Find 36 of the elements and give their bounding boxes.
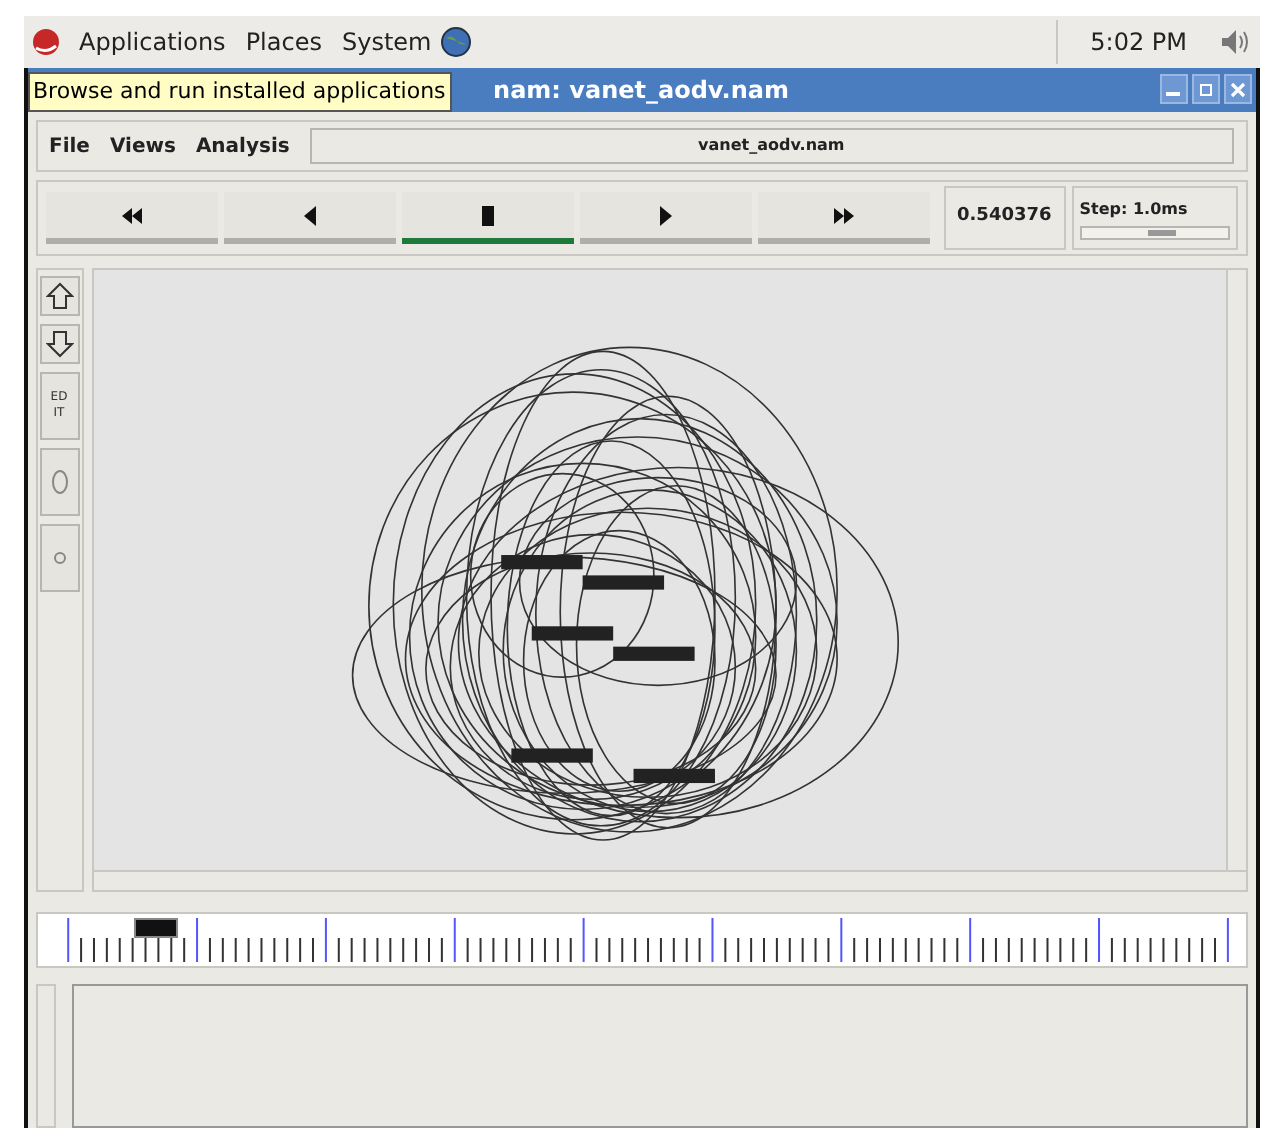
panel-menu[interactable]: Places (245, 24, 322, 60)
speaker-icon[interactable] (1219, 26, 1251, 58)
vertical-scrollbar[interactable] (35, 984, 55, 1128)
timeline-thumb[interactable] (133, 918, 178, 938)
panel-menu[interactable]: Applications (79, 24, 226, 60)
time-display: 0.540376 (943, 186, 1066, 250)
zoom-out-button[interactable] (39, 324, 79, 364)
zoom-in-button[interactable] (39, 276, 79, 316)
file-name-field: vanet_aodv.nam (309, 128, 1233, 164)
large-oval-icon (51, 470, 67, 494)
stop-button[interactable] (401, 192, 573, 244)
step-slider[interactable] (1079, 225, 1229, 239)
node-size-button[interactable] (39, 524, 79, 592)
down-arrow-icon (45, 330, 73, 358)
clock[interactable]: 5:02 PM (1078, 24, 1199, 60)
close-button[interactable] (1223, 74, 1251, 104)
slider-thumb[interactable] (1147, 229, 1176, 235)
panel-menu[interactable]: System (341, 24, 432, 60)
maximize-button[interactable] (1191, 74, 1219, 104)
up-arrow-icon (45, 282, 73, 310)
menu-item[interactable]: Views (109, 131, 176, 161)
fast-forward-icon (831, 203, 855, 227)
small-oval-icon (53, 552, 65, 564)
rewind-icon (119, 203, 143, 227)
tooltip: Browse and run installed applications (27, 72, 452, 112)
menu-item[interactable]: Analysis (195, 131, 290, 161)
step-label: Step: 1.0ms (1079, 197, 1190, 221)
node-size-button[interactable] (39, 448, 79, 516)
close-icon (1229, 81, 1245, 97)
network-canvas[interactable] (93, 270, 1225, 871)
window-title: nam: vanet_aodv.nam (493, 74, 789, 108)
globe-icon[interactable] (439, 26, 472, 58)
hat-icon (31, 28, 59, 56)
vertical-scrollbar[interactable] (1225, 270, 1245, 871)
menu-item[interactable]: File (49, 131, 90, 161)
minimize-button[interactable] (1159, 74, 1187, 104)
